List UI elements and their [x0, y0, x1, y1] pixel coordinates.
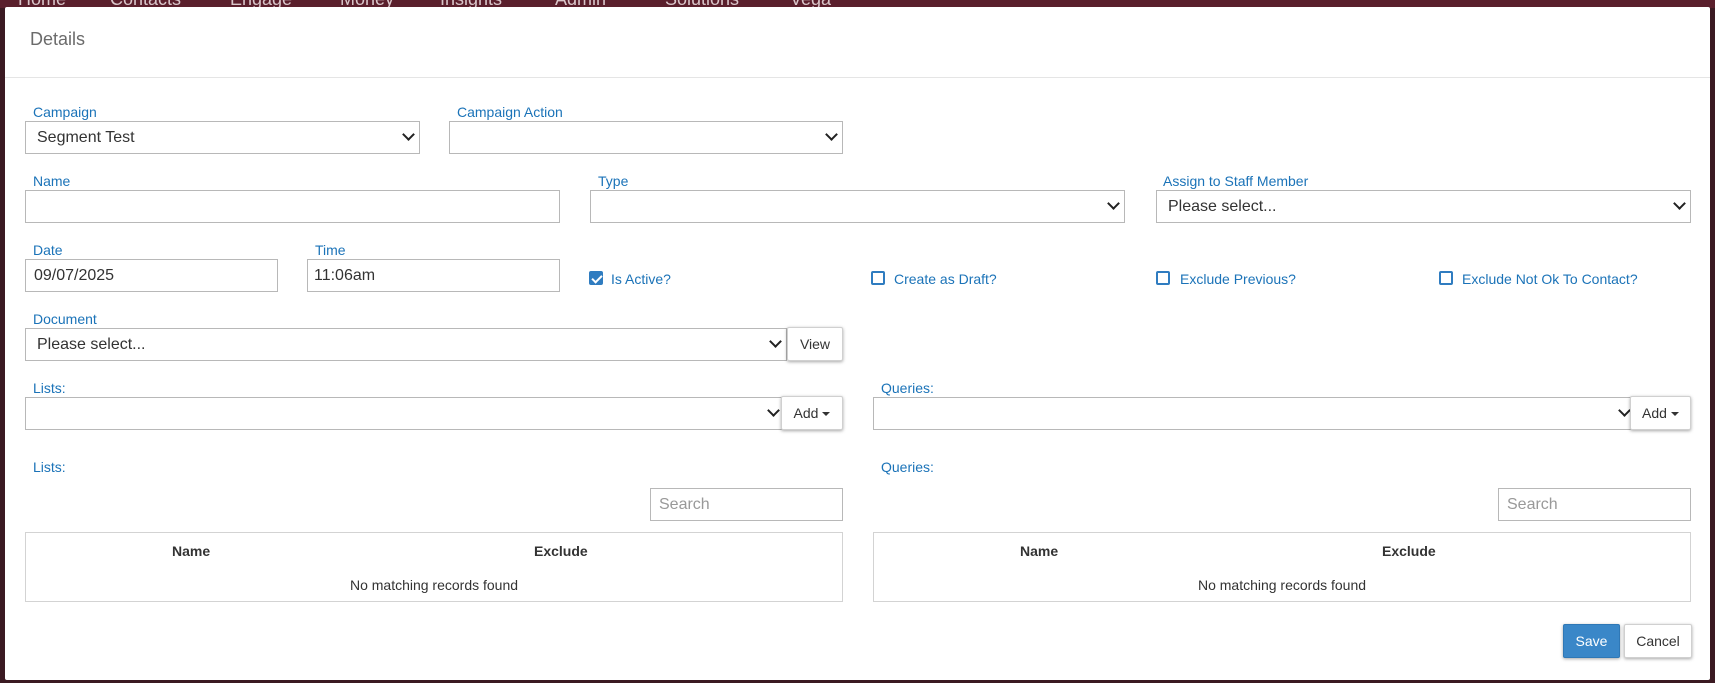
- exclude-not-ok-to-contact-checkbox[interactable]: [1439, 271, 1453, 285]
- assign-staff-label: Assign to Staff Member: [1163, 173, 1309, 189]
- campaign-action-select[interactable]: [449, 121, 843, 154]
- type-select[interactable]: [590, 190, 1125, 223]
- is-active-checkbox[interactable]: [589, 271, 603, 285]
- add-query-button[interactable]: Add: [1630, 396, 1691, 430]
- queries-select-label: Queries:: [881, 380, 934, 396]
- save-button[interactable]: Save: [1563, 624, 1620, 658]
- name-input[interactable]: [25, 190, 560, 223]
- queries-col-exclude: Exclude: [1382, 543, 1436, 559]
- queries-table: Name Exclude No matching records found: [873, 532, 1691, 602]
- time-label: Time: [315, 242, 346, 258]
- details-modal: Details Campaign Segment Test Campaign A…: [5, 7, 1710, 680]
- lists-table-label: Lists:: [33, 459, 66, 475]
- chevron-down-icon: [1618, 404, 1631, 417]
- exclude-previous-checkbox[interactable]: [1156, 271, 1170, 285]
- campaign-action-label: Campaign Action: [457, 104, 563, 120]
- chevron-down-icon: [767, 404, 780, 417]
- lists-search-input[interactable]: Search: [650, 488, 843, 521]
- exclude-not-ok-to-contact-label: Exclude Not Ok To Contact?: [1462, 271, 1638, 287]
- document-label: Document: [33, 311, 97, 327]
- lists-col-exclude: Exclude: [534, 543, 588, 559]
- lists-select-label: Lists:: [33, 380, 66, 396]
- add-query-button-label: Add: [1642, 405, 1667, 421]
- date-input-value: 09/07/2025: [34, 267, 115, 284]
- create-as-draft-label: Create as Draft?: [894, 271, 997, 287]
- queries-select[interactable]: [873, 397, 1636, 430]
- assign-staff-select-value: Please select...: [1168, 198, 1277, 215]
- date-label: Date: [33, 242, 63, 258]
- caret-down-icon: [822, 412, 831, 417]
- add-list-button-label: Add: [793, 405, 819, 421]
- lists-select[interactable]: [25, 397, 785, 430]
- queries-empty-message: No matching records found: [1197, 577, 1367, 593]
- is-active-label: Is Active?: [611, 271, 671, 287]
- document-select[interactable]: Please select...: [25, 328, 787, 361]
- lists-col-name: Name: [172, 543, 211, 559]
- caret-down-icon: [1670, 412, 1679, 417]
- assign-staff-select[interactable]: Please select...: [1156, 190, 1691, 223]
- time-input[interactable]: 11:06am: [307, 259, 560, 292]
- campaign-select-value: Segment Test: [37, 129, 135, 146]
- modal-header: Details: [5, 7, 1710, 78]
- campaign-select[interactable]: Segment Test: [25, 121, 420, 154]
- campaign-label: Campaign: [33, 104, 97, 120]
- queries-table-label: Queries:: [881, 459, 934, 475]
- create-as-draft-checkbox[interactable]: [871, 271, 885, 285]
- add-list-button[interactable]: Add: [781, 396, 843, 430]
- queries-col-name: Name: [1020, 543, 1059, 559]
- chevron-down-icon: [1107, 197, 1120, 210]
- lists-table: Name Exclude No matching records found: [25, 532, 843, 602]
- exclude-previous-label: Exclude Previous?: [1180, 271, 1296, 287]
- lists-empty-message: No matching records found: [349, 577, 519, 593]
- chevron-down-icon: [825, 128, 838, 141]
- view-document-button[interactable]: View: [787, 327, 843, 361]
- name-label: Name: [33, 173, 71, 189]
- date-input[interactable]: 09/07/2025: [25, 259, 278, 292]
- queries-search-input[interactable]: Search: [1498, 488, 1691, 521]
- document-select-value: Please select...: [37, 336, 146, 353]
- cancel-button[interactable]: Cancel: [1624, 624, 1692, 658]
- type-label: Type: [598, 173, 629, 189]
- modal-title: Details: [30, 29, 86, 49]
- time-input-value: 11:06am: [314, 267, 376, 284]
